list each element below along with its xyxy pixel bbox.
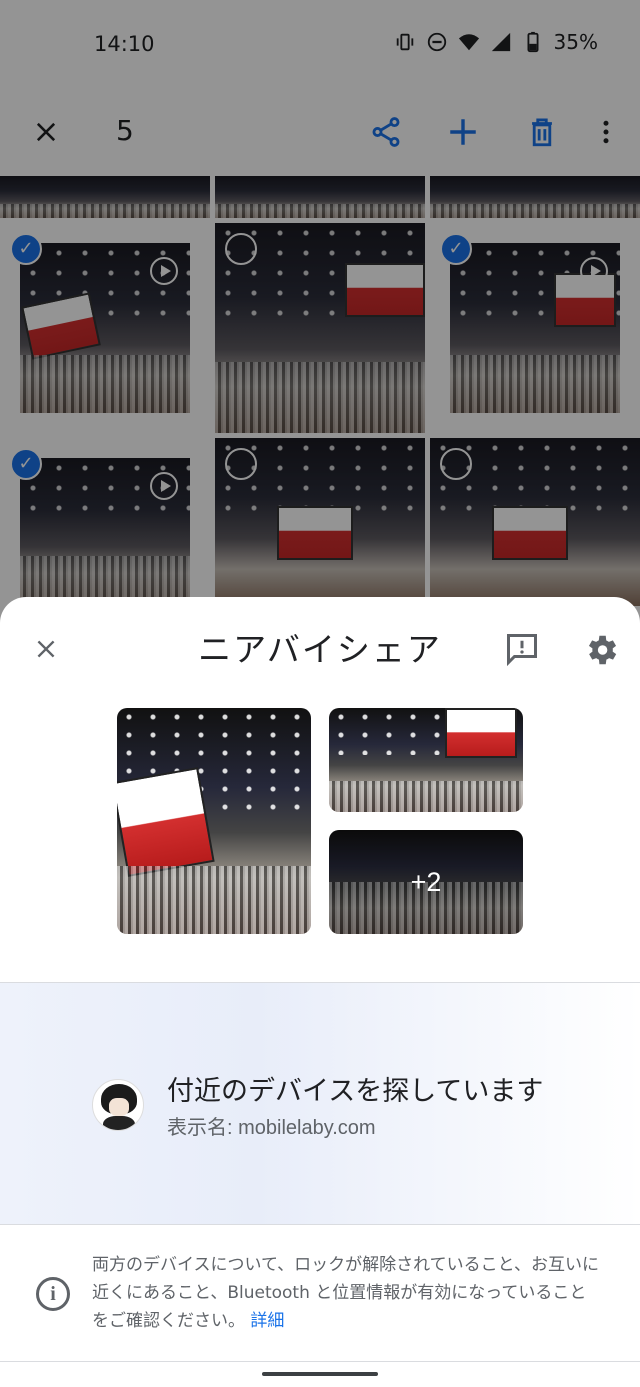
- nearby-share-sheet: ニアバイシェア +2 付近のデバイスを探しています 表示名: mobilelab…: [0, 597, 640, 1387]
- device-search-panel: 付近のデバイスを探しています 表示名: mobilelaby.com: [0, 983, 640, 1224]
- avatar: [92, 1079, 144, 1131]
- gesture-nav-handle[interactable]: [262, 1372, 378, 1376]
- divider: [0, 1361, 640, 1362]
- details-link[interactable]: 詳細: [250, 1311, 284, 1331]
- divider: [0, 1224, 640, 1225]
- searching-status: 付近のデバイスを探しています: [167, 1076, 544, 1107]
- gear-icon: [588, 635, 617, 665]
- more-count: +2: [329, 830, 523, 934]
- scoreboard: [117, 767, 215, 877]
- info-text: 両方のデバイスについて、ロックが解除されていること、お互いに近くにあること、Bl…: [92, 1255, 599, 1331]
- avatar-face: [109, 1098, 129, 1116]
- info-message: 両方のデバイスについて、ロックが解除されていること、お互いに近くにあること、Bl…: [92, 1251, 602, 1335]
- avatar-body: [103, 1116, 135, 1130]
- feedback-button[interactable]: [504, 631, 540, 667]
- shared-photo-thumbnail-more: +2: [329, 830, 523, 934]
- shared-photo-thumbnail: [117, 708, 311, 934]
- shared-photo-thumbnail: [329, 708, 523, 812]
- settings-button[interactable]: [582, 631, 620, 669]
- photo-crowd: [329, 780, 523, 812]
- feedback-icon: [507, 634, 537, 667]
- photo-crowd: [117, 866, 311, 934]
- sheet-title: ニアバイシェア: [198, 630, 442, 669]
- scoreboard: [445, 708, 517, 758]
- info-icon: i: [36, 1277, 70, 1311]
- display-name: 表示名: mobilelaby.com: [167, 1117, 376, 1139]
